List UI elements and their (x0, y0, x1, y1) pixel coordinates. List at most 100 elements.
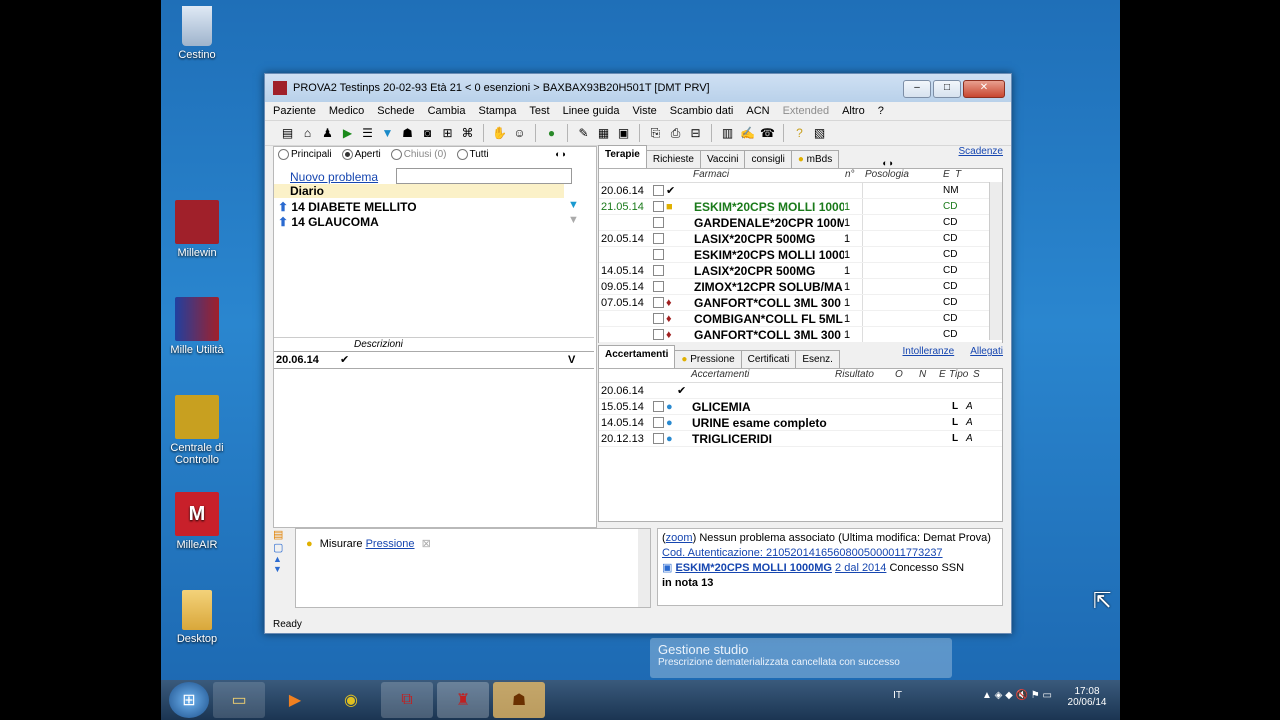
intolleranze-link[interactable]: Intolleranze (902, 346, 954, 357)
menu-extended[interactable]: Extended (783, 105, 829, 117)
menu-help[interactable]: ? (878, 105, 884, 117)
filter-funnel-icon[interactable]: ▼ (568, 199, 579, 211)
desktop-icon-centrale-controllo[interactable]: Centrale di Controllo (157, 395, 237, 466)
diary-grid-row[interactable]: 20.06.14 ✔ V (274, 352, 594, 369)
problem-item[interactable]: ⬆ 14 DIABETE MELLITO (278, 200, 417, 214)
therapy-scrollbar[interactable] (989, 182, 1002, 340)
table-row[interactable]: ♦ GANFORT*COLL 3ML 300 1 CD (599, 327, 1002, 343)
collapse-icon[interactable]: ◐◑ (555, 149, 566, 159)
list-icon[interactable]: ☰ (359, 125, 376, 142)
save-icon[interactable]: ▤ (279, 125, 296, 142)
desktop-icon-milleair[interactable]: M MilleAIR (157, 492, 237, 551)
clock[interactable]: 17:08 20/06/14 (1062, 686, 1112, 708)
pencil-icon[interactable]: ✎ (575, 125, 592, 142)
taskbar-millewin[interactable]: ♜ (437, 682, 489, 718)
filter-funnel-gray-icon[interactable]: ▼ (568, 214, 579, 226)
money-bag-icon[interactable]: ● (543, 125, 560, 142)
help-icon[interactable]: ? (791, 125, 808, 142)
reminders-scrollbar[interactable] (638, 529, 650, 607)
notes-icon[interactable]: ▧ (811, 125, 828, 142)
tab-vaccini[interactable]: Vaccini (699, 150, 746, 168)
tab-mbds[interactable]: ● mBds (790, 150, 840, 168)
auth-code-link[interactable]: Cod. Autenticazione: 2105201416560800500… (662, 547, 943, 559)
desktop-icon-millewin[interactable]: Millewin (157, 200, 237, 259)
phone-icon[interactable]: ☎ (759, 125, 776, 142)
radio-principali[interactable]: Principali (278, 149, 332, 160)
table-row[interactable]: 20.06.14 ✔ NM (599, 183, 1002, 199)
menu-altro[interactable]: Altro (842, 105, 865, 117)
building-icon[interactable]: ⌂ (299, 125, 316, 142)
taskbar-app[interactable]: ⧉ (381, 682, 433, 718)
tray-icons[interactable]: ▲ ◈ ◆ 🔇 ⚑ ▭ (982, 690, 1052, 701)
table-row[interactable]: 14.05.14 ● URINE esame completo L A (599, 415, 1002, 431)
tab-richieste[interactable]: Richieste (645, 150, 701, 168)
copy-button-icon[interactable]: ▢ (273, 541, 293, 554)
table-row[interactable]: ♦ COMBIGAN*COLL FL 5ML 1 CD (599, 311, 1002, 327)
calendar-icon[interactable]: ▥ (719, 125, 736, 142)
tab-accertamenti[interactable]: Accertamenti (598, 345, 676, 368)
taskbar-mille-utilita[interactable]: ☗ (493, 682, 545, 718)
tree-icon[interactable]: ⌘ (459, 125, 476, 142)
edit-doc-icon[interactable]: ✍ (739, 125, 756, 142)
scadenze-link[interactable]: Scadenze (959, 146, 1003, 157)
taskbar-media-player[interactable]: ▶ (269, 682, 321, 718)
menu-scambio-dati[interactable]: Scambio dati (670, 105, 734, 117)
new-problem-input[interactable] (396, 168, 572, 184)
menu-schede[interactable]: Schede (377, 105, 414, 117)
allegati-link[interactable]: Allegati (970, 346, 1003, 357)
toast-notification[interactable]: Gestione studio Prescrizione demateriali… (650, 638, 952, 678)
table-row[interactable]: ESKIM*20CPS MOLLI 1000 1 CD (599, 247, 1002, 263)
table-row[interactable]: GARDENALE*20CPR 100MG 1 CD (599, 215, 1002, 231)
person-icon[interactable]: ♟ (319, 125, 336, 142)
problem-item[interactable]: ⬆ 14 GLAUCOMA (278, 215, 379, 229)
minimize-button[interactable]: – (903, 80, 931, 98)
taskbar-explorer[interactable]: ▭ (213, 682, 265, 718)
desktop-icon-recycle-bin[interactable]: Cestino (157, 6, 237, 61)
start-button[interactable]: ⊞ (169, 682, 209, 718)
tab-certificati[interactable]: Certificati (740, 350, 797, 368)
table-row[interactable]: 07.05.14 ♦ GANFORT*COLL 3ML 300 1 CD (599, 295, 1002, 311)
copy-icon[interactable]: ⎘ (647, 125, 664, 142)
tree-view-icon[interactable]: ⊟ (687, 125, 704, 142)
notes-button-icon[interactable]: ▤ (273, 528, 293, 541)
tab-terapie[interactable]: Terapie (598, 145, 647, 168)
table-row[interactable]: 20.05.14 LASIX*20CPR 500MG 1 CD (599, 231, 1002, 247)
up-arrow-icon[interactable]: ▲ (273, 554, 293, 564)
close-small-icon[interactable]: ⊠ (422, 538, 431, 550)
desktop-icon-mille-utilita[interactable]: Mille Utilità (157, 297, 237, 356)
print-icon[interactable]: ⎙ (667, 125, 684, 142)
menu-test[interactable]: Test (529, 105, 549, 117)
table-row[interactable]: 20.06.14 ✔ (599, 383, 1002, 399)
menu-viste[interactable]: Viste (633, 105, 657, 117)
menu-medico[interactable]: Medico (329, 105, 364, 117)
menu-linee-guida[interactable]: Linee guida (563, 105, 620, 117)
play-icon[interactable]: ▶ (339, 125, 356, 142)
table-row[interactable]: 15.05.14 ● GLICEMIA L A (599, 399, 1002, 415)
radio-aperti[interactable]: Aperti (341, 149, 381, 160)
collapse-icon[interactable]: ◐◑ (882, 158, 893, 168)
filter-icon[interactable]: ▼ (379, 125, 396, 142)
hand-icon[interactable]: ✋ (491, 125, 508, 142)
taskbar-chrome[interactable]: ◉ (325, 682, 377, 718)
table-icon[interactable]: ▦ (595, 125, 612, 142)
people-icon[interactable]: ☗ (399, 125, 416, 142)
tab-consigli[interactable]: consigli (744, 150, 792, 168)
table-row[interactable]: 20.12.13 ● TRIGLICERIDI L A (599, 431, 1002, 447)
table-row[interactable]: 09.05.14 ZIMOX*12CPR SOLUB/MA 1 CD (599, 279, 1002, 295)
chart-icon[interactable]: ⊞ (439, 125, 456, 142)
reminder-link[interactable]: Pressione (366, 538, 415, 550)
menu-stampa[interactable]: Stampa (479, 105, 517, 117)
face-icon[interactable]: ☺ (511, 125, 528, 142)
menu-acn[interactable]: ACN (746, 105, 769, 117)
maximize-button[interactable]: □ (933, 80, 961, 98)
drug-qty-link[interactable]: 2 dal 2014 (835, 562, 886, 574)
tab-esenzioni[interactable]: Esenz. (795, 350, 840, 368)
down-arrow-icon[interactable]: ▼ (273, 564, 293, 574)
tab-pressione[interactable]: ● Pressione (674, 350, 742, 368)
image-icon[interactable]: ▣ (615, 125, 632, 142)
bag-icon[interactable]: ◙ (419, 125, 436, 142)
radio-tutti[interactable]: Tutti (456, 149, 489, 160)
table-row[interactable]: 21.05.14 ■ ESKIM*20CPS MOLLI 1000 1 CD (599, 199, 1002, 215)
new-problem-link[interactable]: Nuovo problema (290, 170, 378, 184)
language-indicator[interactable]: IT (893, 690, 902, 701)
